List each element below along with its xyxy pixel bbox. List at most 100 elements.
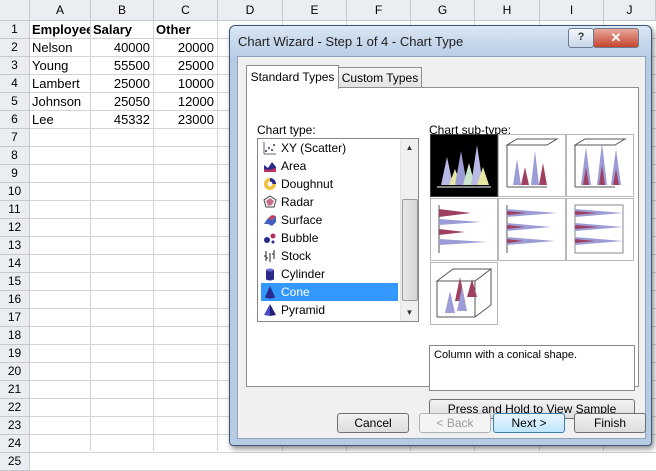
chart-type-scrollbar[interactable]: ▲ ▼: [400, 139, 418, 321]
row-header-5[interactable]: 5: [0, 93, 30, 111]
back-button: < Back: [419, 413, 491, 433]
column-header-a[interactable]: A: [30, 0, 91, 21]
column-header-f[interactable]: F: [347, 0, 411, 21]
chart-type-label: Bubble: [281, 231, 319, 245]
next-button[interactable]: Next >: [493, 413, 565, 433]
column-header-c[interactable]: C: [154, 0, 218, 21]
subtype-3d-column-cone[interactable]: [430, 262, 498, 325]
subtype-clustered-bar-cone[interactable]: [430, 198, 498, 261]
subtype-3d-cone-column[interactable]: [430, 134, 498, 197]
data-cell[interactable]: 25000: [91, 75, 150, 92]
column-header-g[interactable]: G: [411, 0, 475, 21]
column-header-h[interactable]: H: [475, 0, 540, 21]
row-header-6[interactable]: 6: [0, 111, 30, 129]
row-header-22[interactable]: 22: [0, 399, 30, 417]
row-header-7[interactable]: 7: [0, 129, 30, 147]
header-cell[interactable]: Salary: [93, 21, 153, 38]
data-cell[interactable]: Johnson: [32, 93, 90, 110]
scroll-down-arrow-icon[interactable]: ▼: [401, 304, 418, 321]
row-header-8[interactable]: 8: [0, 147, 30, 165]
chart-type-label: Radar: [281, 195, 314, 209]
doughnut-icon: [264, 178, 276, 190]
data-cell[interactable]: 20000: [154, 39, 214, 56]
chart-type-item-xy-scatter[interactable]: XY (Scatter): [261, 139, 398, 157]
row-header-11[interactable]: 11: [0, 201, 30, 219]
chart-type-item-bubble[interactable]: Bubble: [261, 229, 398, 247]
column-header-i[interactable]: I: [540, 0, 604, 21]
row-header-19[interactable]: 19: [0, 345, 30, 363]
header-cell[interactable]: Employee: [32, 21, 90, 38]
scatter-icon: [263, 142, 276, 155]
header-cell[interactable]: Other: [156, 21, 217, 38]
dialog-titlebar[interactable]: Chart Wizard - Step 1 of 4 - Chart Type …: [230, 26, 651, 56]
column-header-e[interactable]: E: [283, 0, 347, 21]
bubble-icon: [264, 233, 276, 244]
close-button[interactable]: ✕: [593, 28, 639, 48]
row-header-18[interactable]: 18: [0, 327, 30, 345]
help-button[interactable]: ?: [568, 28, 594, 48]
tab-panel: Chart type: Chart sub-type: XY (Scatter)…: [246, 87, 639, 419]
row-header-17[interactable]: 17: [0, 309, 30, 327]
column-header-j[interactable]: J: [604, 0, 656, 21]
chart-type-item-cylinder[interactable]: Cylinder: [261, 265, 398, 283]
data-cell[interactable]: 23000: [154, 111, 214, 128]
data-cell[interactable]: 40000: [91, 39, 150, 56]
row-header-24[interactable]: 24: [0, 435, 30, 453]
tab-custom-types[interactable]: Custom Types: [338, 67, 422, 88]
chart-type-item-area[interactable]: Area: [261, 157, 398, 175]
column-header-d[interactable]: D: [218, 0, 283, 21]
row-header-13[interactable]: 13: [0, 237, 30, 255]
data-cell[interactable]: Nelson: [32, 39, 90, 56]
data-cell[interactable]: 45332: [91, 111, 150, 128]
row-header-23[interactable]: 23: [0, 417, 30, 435]
chart-type-item-surface[interactable]: Surface: [261, 211, 398, 229]
finish-button[interactable]: Finish: [574, 413, 646, 433]
data-cell[interactable]: Lee: [32, 111, 90, 128]
row-header-20[interactable]: 20: [0, 363, 30, 381]
chart-description: Column with a conical shape.: [429, 345, 635, 391]
cancel-button[interactable]: Cancel: [337, 413, 409, 433]
chart-type-item-pyramid[interactable]: Pyramid: [261, 301, 398, 319]
row-header-14[interactable]: 14: [0, 255, 30, 273]
subtype-stacked-bar-cone[interactable]: [498, 198, 566, 261]
select-all-corner[interactable]: [0, 0, 30, 21]
chart-type-label: Stock: [281, 249, 312, 263]
column-header-b[interactable]: B: [91, 0, 154, 21]
row-header-1[interactable]: 1: [0, 21, 30, 39]
data-cell[interactable]: 55500: [91, 57, 150, 74]
subtype-clustered-cone-icon: [505, 138, 559, 188]
tab-standard-types[interactable]: Standard Types: [246, 65, 339, 89]
row-header-10[interactable]: 10: [0, 183, 30, 201]
chart-type-item-cone[interactable]: Cone: [261, 283, 398, 301]
row-header-3[interactable]: 3: [0, 57, 30, 75]
row-header-2[interactable]: 2: [0, 39, 30, 57]
subtype-100-stacked-bar-icon: [574, 204, 624, 254]
data-cell[interactable]: 12000: [154, 93, 214, 110]
row-header-4[interactable]: 4: [0, 75, 30, 93]
row-header-25[interactable]: 25: [0, 453, 30, 471]
scroll-thumb[interactable]: [402, 199, 418, 301]
scroll-up-arrow-icon[interactable]: ▲: [401, 139, 418, 156]
chart-type-list[interactable]: XY (Scatter) Area Doughnut Radar Surface Bubb…: [257, 138, 419, 322]
data-cell[interactable]: 25050: [91, 93, 150, 110]
chart-type-item-radar[interactable]: Radar: [261, 193, 398, 211]
column-gridline: [217, 21, 218, 451]
subtype-100-stacked-bar-cone[interactable]: [566, 198, 634, 261]
data-cell[interactable]: Young: [32, 57, 90, 74]
row-header-9[interactable]: 9: [0, 165, 30, 183]
data-cell[interactable]: 10000: [154, 75, 214, 92]
subtype-3d-column-cone-icon: [435, 268, 493, 318]
cone-icon: [265, 286, 275, 299]
subtype-stacked-cone[interactable]: [566, 134, 634, 197]
row-header-12[interactable]: 12: [0, 219, 30, 237]
row-header-15[interactable]: 15: [0, 273, 30, 291]
row-header-21[interactable]: 21: [0, 381, 30, 399]
data-cell[interactable]: Lambert: [32, 75, 90, 92]
subtype-stacked-cone-icon: [573, 138, 627, 188]
subtype-clustered-cone[interactable]: [498, 134, 566, 197]
chart-type-item-doughnut[interactable]: Doughnut: [261, 175, 398, 193]
data-cell[interactable]: 25000: [154, 57, 214, 74]
chart-type-item-stock[interactable]: Stock: [261, 247, 398, 265]
row-header-16[interactable]: 16: [0, 291, 30, 309]
subtype-3d-cone-icon: [437, 145, 491, 188]
